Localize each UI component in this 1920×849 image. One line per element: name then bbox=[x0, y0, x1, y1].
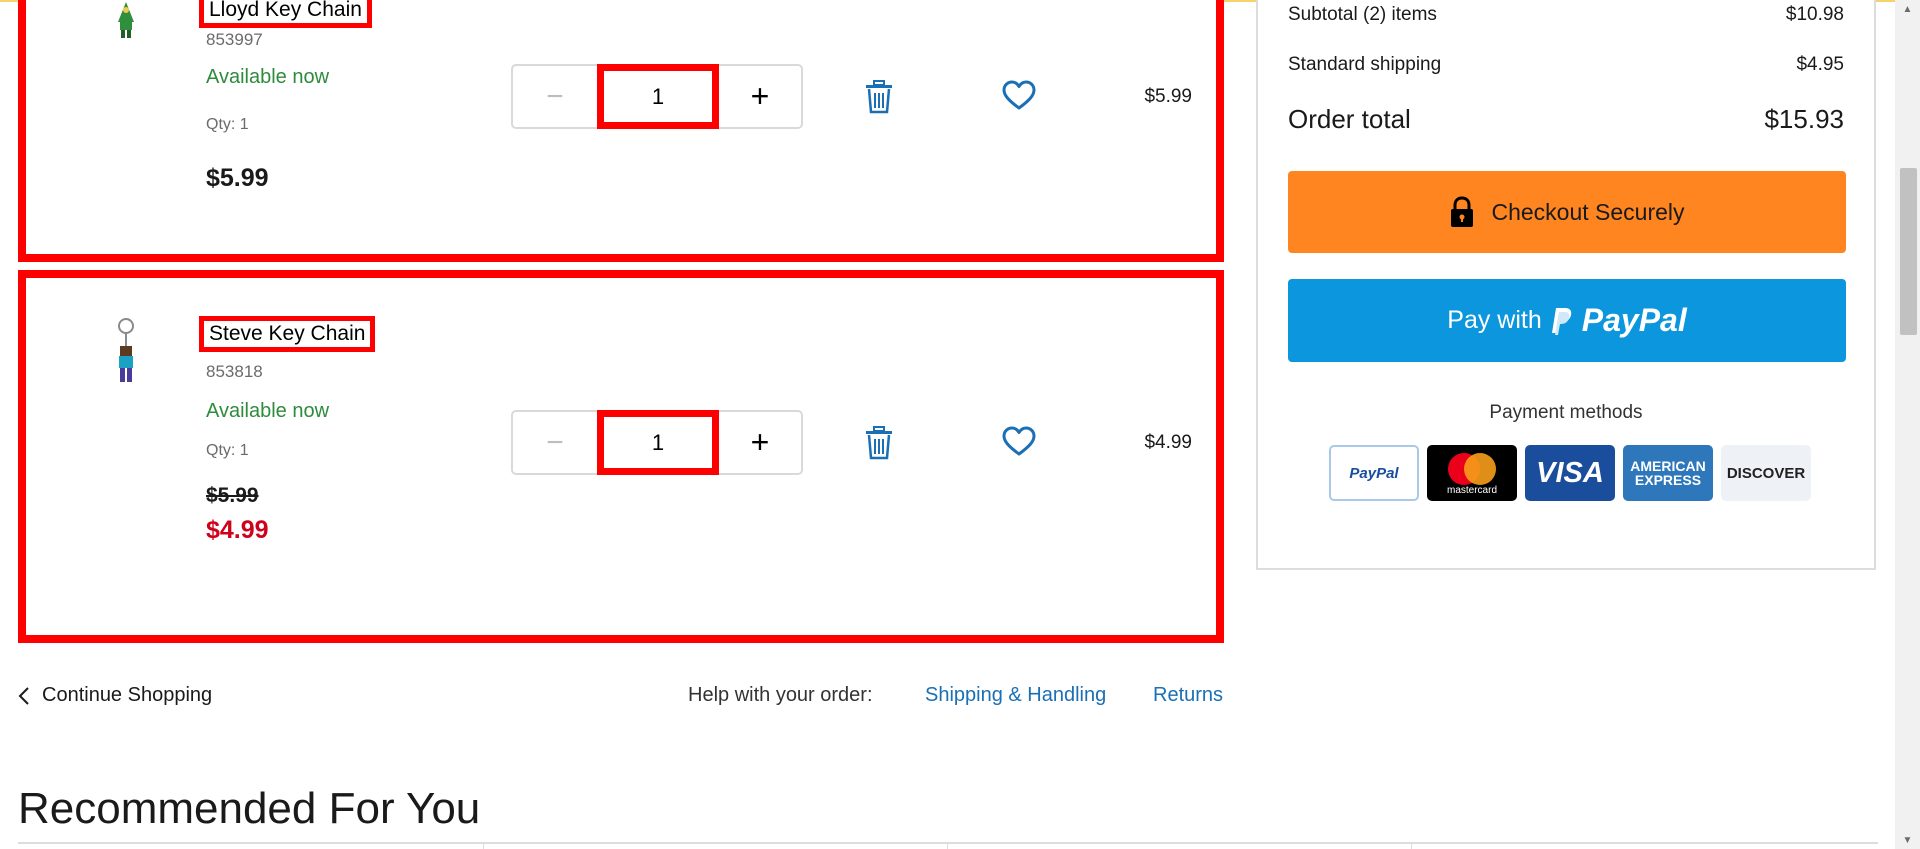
product-name[interactable]: Steve Key Chain bbox=[199, 316, 376, 352]
quantity-input[interactable]: 1 bbox=[597, 410, 719, 475]
lock-icon bbox=[1451, 196, 1474, 227]
sale-price: $4.99 bbox=[206, 516, 269, 544]
scroll-down-arrow-icon[interactable]: ▼ bbox=[1895, 831, 1920, 849]
increase-quantity-button[interactable]: + bbox=[719, 66, 801, 127]
paypal-pay-label: Pay with bbox=[1447, 306, 1542, 334]
visa-text: VISA bbox=[1536, 456, 1604, 489]
checkout-label: Checkout Securely bbox=[1491, 198, 1685, 225]
line-total: $4.99 bbox=[1144, 432, 1192, 453]
product-thumbnail[interactable] bbox=[106, 316, 146, 388]
cart-item: Steve Key Chain 853818 Available now Qty… bbox=[18, 270, 1224, 643]
amex-text-line2: EXPRESS bbox=[1634, 472, 1702, 488]
trash-icon[interactable] bbox=[864, 426, 894, 460]
subtotal-row: Subtotal (2) items $10.98 bbox=[1288, 4, 1844, 26]
quantity-label: Qty: 1 bbox=[206, 116, 249, 133]
line-total: $5.99 bbox=[1144, 86, 1192, 107]
original-price: $5.99 bbox=[206, 484, 259, 507]
paypal-button[interactable]: Pay with PayPal bbox=[1288, 279, 1846, 362]
paypal-brand-label: PayPal bbox=[1581, 302, 1687, 338]
payment-card-logos: PayPal mastercard VISA AMERICAN EXPRESS … bbox=[1329, 445, 1811, 501]
help-label: Help with your order: bbox=[688, 684, 873, 706]
recommended-column-divider bbox=[483, 842, 484, 849]
visa-card-logo: VISA bbox=[1525, 445, 1615, 501]
amex-text-line1: AMERICAN bbox=[1630, 458, 1706, 474]
chevron-left-icon bbox=[18, 686, 29, 705]
shipping-row: Standard shipping $4.95 bbox=[1288, 54, 1844, 76]
amex-card-logo: AMERICAN EXPRESS bbox=[1623, 445, 1713, 501]
discover-text: DISCOVER bbox=[1726, 464, 1806, 482]
continue-shopping-label: Continue Shopping bbox=[42, 684, 213, 706]
subtotal-label: Subtotal (2) items bbox=[1288, 4, 1437, 25]
shipping-label: Standard shipping bbox=[1288, 54, 1442, 75]
quantity-input[interactable]: 1 bbox=[597, 64, 719, 129]
product-thumbnail[interactable] bbox=[106, 0, 146, 40]
vertical-scrollbar[interactable]: ▲ ▼ bbox=[1895, 0, 1920, 849]
subtotal-value: $10.98 bbox=[1785, 4, 1844, 25]
order-total-label: Order total bbox=[1288, 104, 1411, 134]
decrease-quantity-button[interactable]: − bbox=[513, 66, 597, 127]
shipping-handling-link[interactable]: Shipping & Handling bbox=[925, 684, 1106, 707]
product-sku: 853818 bbox=[206, 362, 263, 381]
quantity-stepper: − 1 + bbox=[511, 410, 803, 475]
scroll-up-arrow-icon[interactable]: ▲ bbox=[1895, 0, 1920, 18]
payment-methods-title: Payment methods bbox=[1489, 402, 1643, 423]
shipping-value: $4.95 bbox=[1796, 54, 1844, 75]
decrease-quantity-button[interactable]: − bbox=[513, 412, 597, 473]
availability-status: Available now bbox=[206, 400, 330, 422]
order-total-value: $15.93 bbox=[1764, 104, 1844, 134]
mastercard-text: mastercard bbox=[1446, 484, 1497, 496]
paypal-card-logo: PayPal bbox=[1329, 445, 1419, 501]
recommended-column-divider bbox=[947, 842, 948, 849]
quantity-stepper: − 1 + bbox=[511, 64, 803, 129]
trash-icon[interactable] bbox=[864, 80, 894, 114]
increase-quantity-button[interactable]: + bbox=[719, 412, 801, 473]
cart-item: Lloyd Key Chain 853997 Available now Qty… bbox=[18, 0, 1224, 262]
mastercard-circles-icon bbox=[1448, 452, 1496, 485]
heart-icon[interactable] bbox=[1002, 426, 1036, 458]
continue-shopping-link[interactable]: Continue Shopping bbox=[18, 684, 212, 707]
returns-link[interactable]: Returns bbox=[1153, 684, 1223, 707]
paypal-card-text: PayPal bbox=[1349, 464, 1399, 482]
recommended-title: Recommended For You bbox=[18, 784, 481, 833]
scrollbar-thumb[interactable] bbox=[1900, 168, 1917, 335]
quantity-label: Qty: 1 bbox=[206, 442, 249, 459]
order-total-row: Order total $15.93 bbox=[1288, 104, 1844, 135]
order-summary-panel: Subtotal (2) items $10.98 Standard shipp… bbox=[1256, 0, 1876, 570]
product-sku: 853997 bbox=[206, 30, 263, 49]
product-name[interactable]: Lloyd Key Chain bbox=[199, 0, 372, 28]
availability-status: Available now bbox=[206, 66, 330, 88]
recommended-column-divider bbox=[1411, 842, 1412, 849]
item-price: $5.99 bbox=[206, 164, 269, 192]
paypal-logo-icon bbox=[1551, 307, 1571, 335]
discover-card-logo: DISCOVER bbox=[1721, 445, 1811, 501]
heart-icon[interactable] bbox=[1002, 80, 1036, 112]
mastercard-card-logo: mastercard bbox=[1427, 445, 1517, 501]
checkout-button[interactable]: Checkout Securely bbox=[1288, 171, 1846, 253]
recommended-divider bbox=[18, 842, 1878, 844]
